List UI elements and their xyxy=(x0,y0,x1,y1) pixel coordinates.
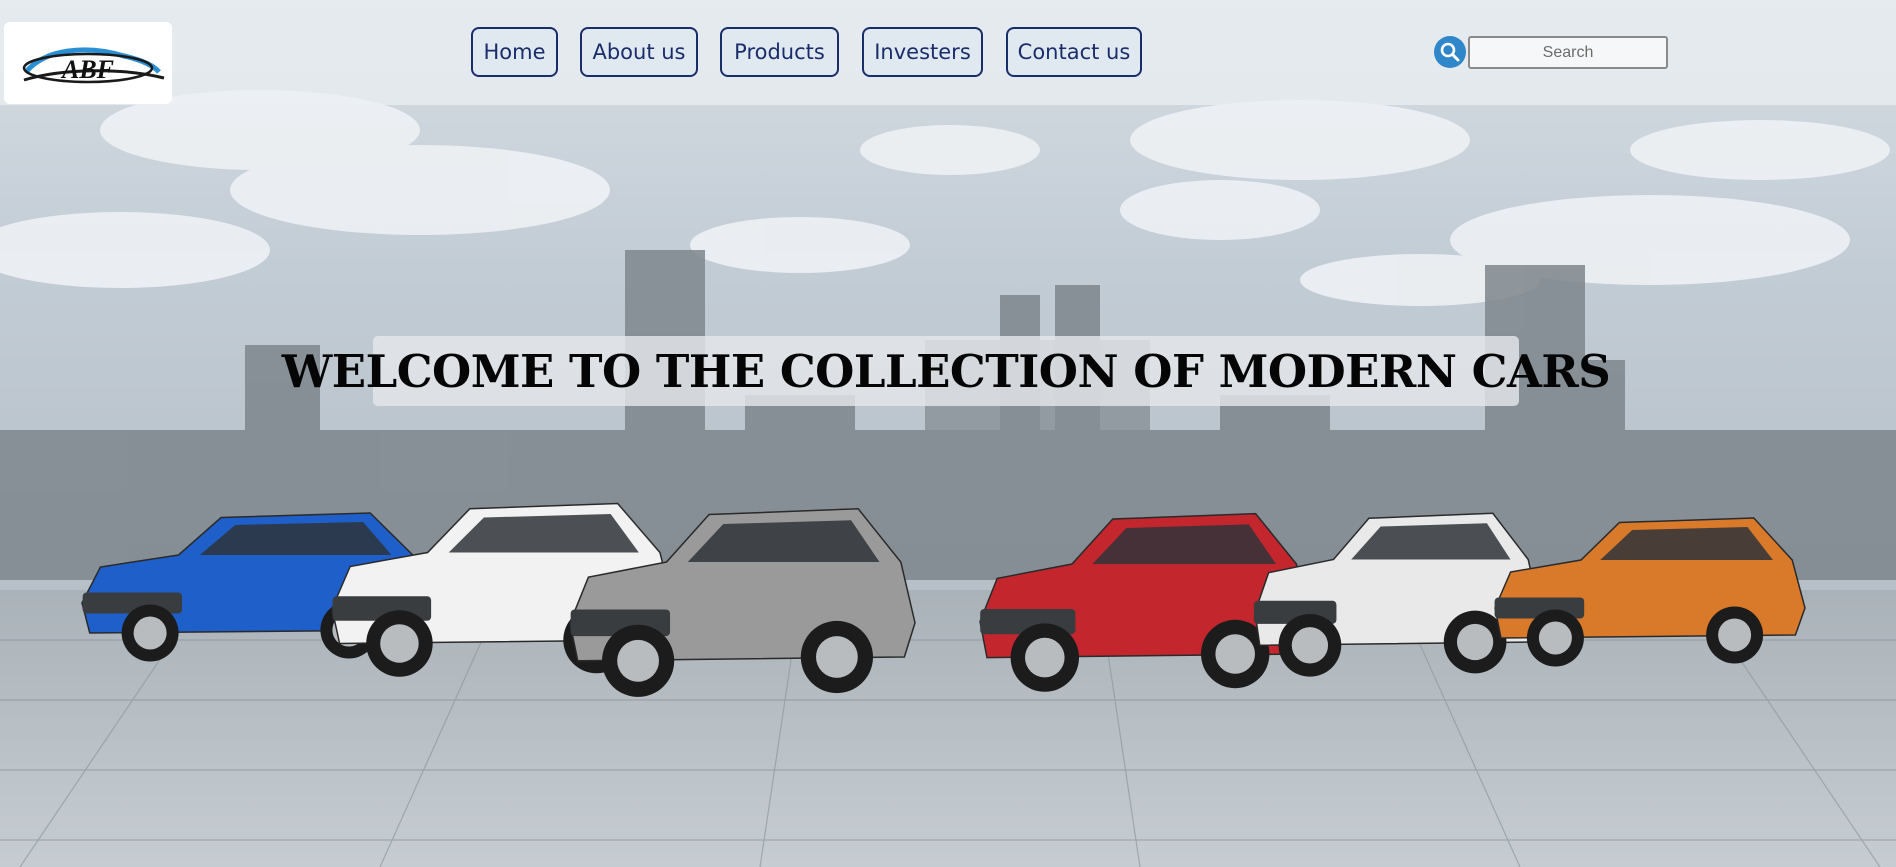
nav-investers[interactable]: Investers xyxy=(862,27,983,77)
search-button[interactable] xyxy=(1434,36,1466,68)
nav-products[interactable]: Products xyxy=(720,27,839,77)
nav-contact-us[interactable]: Contact us xyxy=(1006,27,1142,77)
nav-home[interactable]: Home xyxy=(471,27,558,77)
logo[interactable]: ABF xyxy=(4,22,172,104)
hero-headline: WELCOME TO THE COLLECTION OF MODERN CARS xyxy=(281,344,1611,398)
search-input[interactable] xyxy=(1468,36,1668,69)
hero-background-image xyxy=(0,0,1896,867)
nav-about-us[interactable]: About us xyxy=(580,27,698,77)
brand-logo-icon: ABF xyxy=(22,47,165,84)
search-icon xyxy=(1440,42,1460,62)
brand-text: ABF xyxy=(60,55,114,84)
hero-banner xyxy=(0,0,1896,867)
